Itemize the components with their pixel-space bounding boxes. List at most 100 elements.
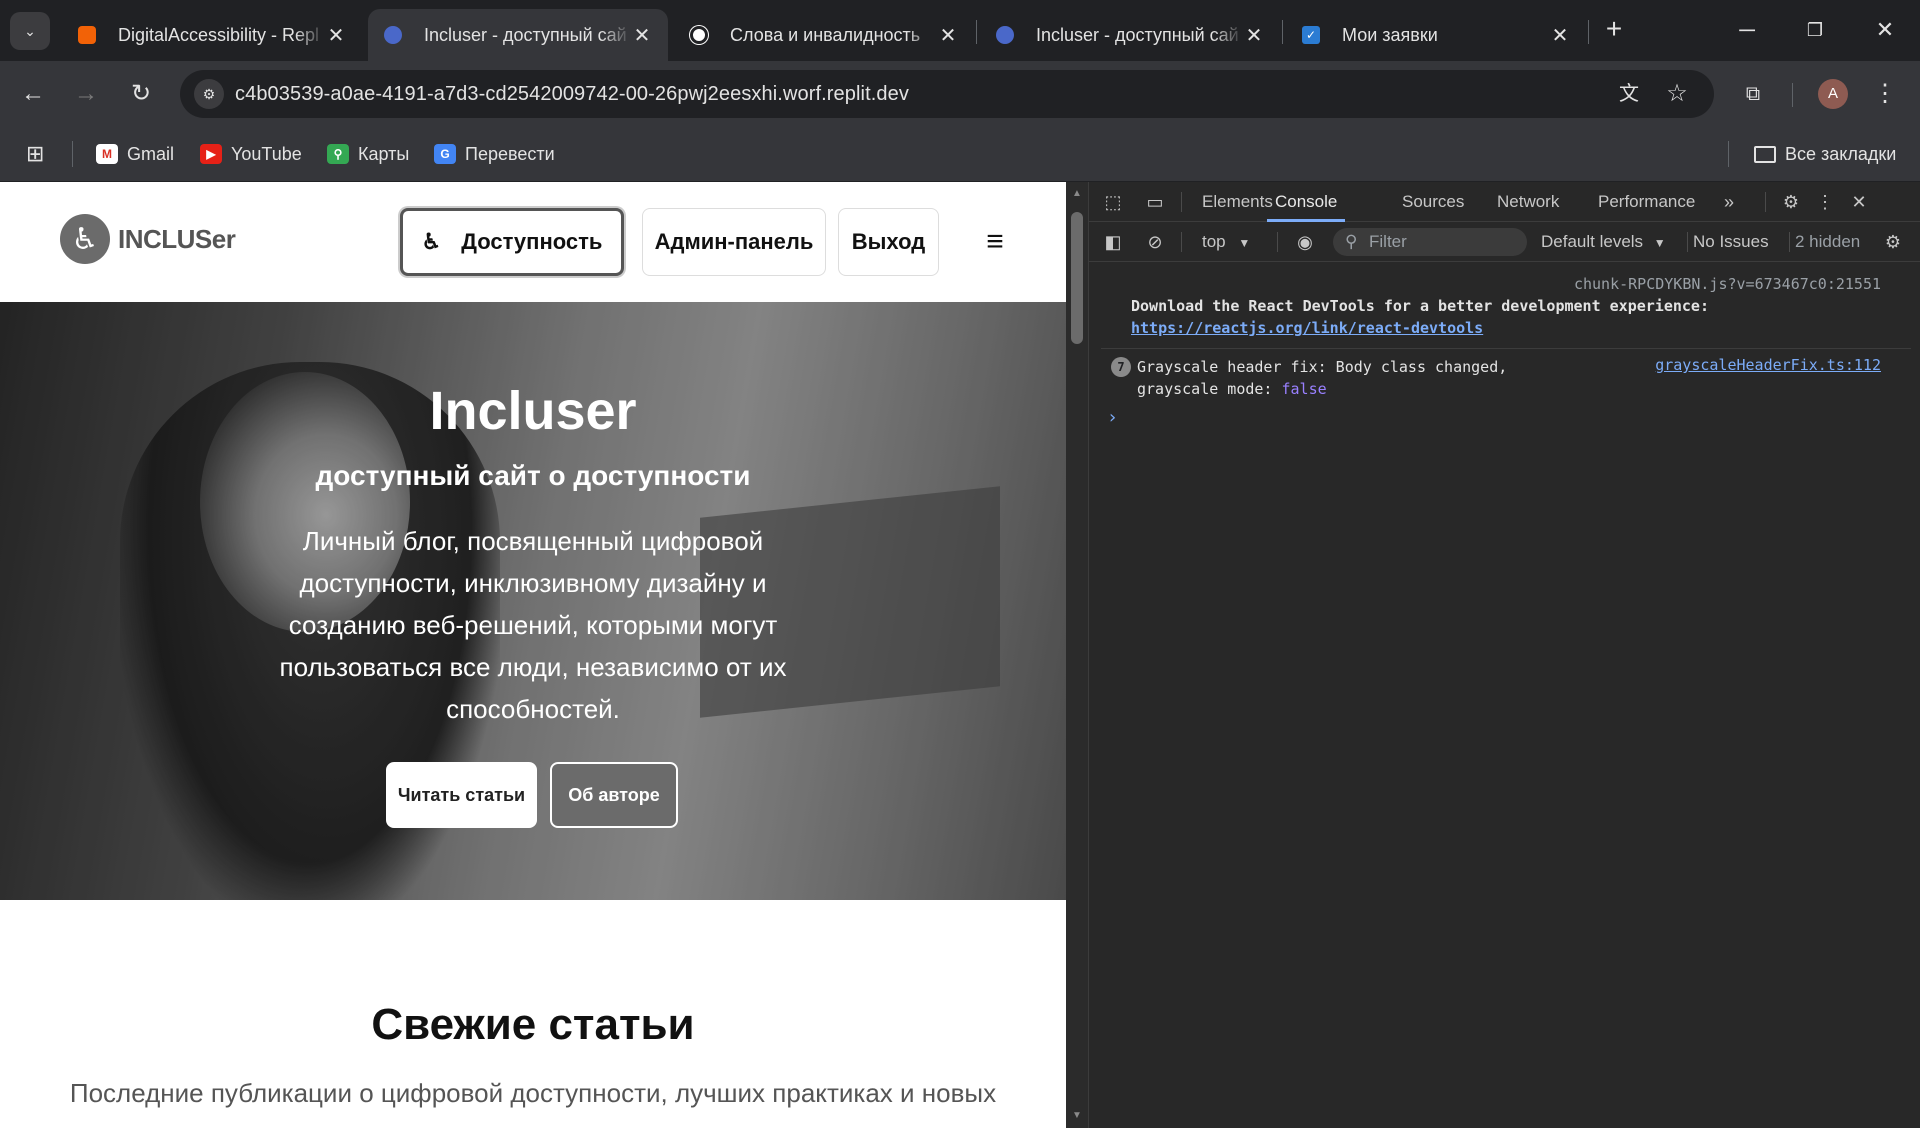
toolbar-separator [1792, 83, 1793, 107]
reload-button[interactable]: ↻ [122, 75, 160, 113]
close-icon[interactable]: ✕ [326, 23, 346, 48]
tab-separator [1282, 20, 1283, 44]
admin-panel-button[interactable]: Админ-панель [642, 208, 826, 276]
hero-section: Incluser доступный сайт о доступности Ли… [0, 302, 1066, 900]
section-subtitle: Последние публикации о цифровой доступно… [69, 1078, 997, 1108]
more-options-icon[interactable]: ⋮ [1813, 190, 1837, 214]
issues-counter[interactable]: No Issues [1693, 232, 1769, 252]
scroll-thumb[interactable] [1071, 212, 1083, 344]
message-source-link[interactable]: chunk-RPCDYKBN.js?v=673467c0:21551 [1574, 275, 1881, 293]
back-button[interactable]: ← [14, 75, 52, 113]
browser-tab-5[interactable]: ✓ Мои заявки ✕ [1286, 9, 1586, 61]
scroll-down-icon[interactable]: ▼ [1070, 1110, 1084, 1121]
bookmark-label: Gmail [127, 143, 175, 164]
hero-description: Личный блог, посвященный цифровой доступ… [279, 526, 787, 724]
tab-title: Мои заявки [1342, 24, 1438, 45]
inspect-element-icon[interactable]: ⬚ [1101, 190, 1125, 214]
address-bar[interactable]: ⚙ c4b03539-a0ae-4191-a7d3-cd2542009742-0… [180, 70, 1714, 118]
eye-icon[interactable]: ◉ [1293, 230, 1317, 254]
restore-button[interactable]: ❐ [1792, 10, 1838, 50]
avatar[interactable]: A [1818, 79, 1848, 109]
close-devtools-icon[interactable]: ✕ [1847, 190, 1871, 214]
replit-icon [78, 26, 96, 44]
bookmark-separator [1728, 141, 1729, 167]
console-link[interactable]: https://reactjs.org/link/react-devtools [1131, 317, 1483, 339]
page-viewport: ♿︎ INCLUSer ♿︎ Доступность Админ-панель … [0, 182, 1066, 1128]
site-settings-icon[interactable]: ⚙ [194, 79, 224, 109]
hidden-count: 2 hidden [1795, 232, 1861, 251]
accessibility-person-icon: ♿︎ [60, 214, 110, 264]
section-title: Свежие статьи [371, 1000, 695, 1049]
page-scrollbar[interactable]: ▲ ▼ [1066, 182, 1088, 1128]
context-selector[interactable]: top ▼ [1202, 232, 1250, 252]
close-icon[interactable]: ✕ [1550, 23, 1570, 48]
gmail-icon: M [96, 144, 118, 164]
message-source-link[interactable]: grayscaleHeaderFix.ts:112 [1655, 356, 1881, 374]
tab-network[interactable]: Network [1497, 182, 1559, 222]
browser-tab-3[interactable]: Слова и инвалидность ✕ [674, 9, 974, 61]
logout-button[interactable]: Выход [838, 208, 939, 276]
all-bookmarks-button[interactable]: Все закладки [1754, 140, 1896, 168]
wheelchair-icon: ♿︎ [421, 229, 442, 254]
bookmark-gmail[interactable]: M Gmail [96, 140, 174, 168]
more-tabs-icon[interactable]: » [1717, 190, 1741, 214]
translate-icon[interactable]: 文 [1610, 75, 1648, 113]
console-toolbar: ◧ ⊘ top ▼ ◉ ⚲ Filter Default levels ▼ No… [1089, 222, 1920, 262]
bookmark-youtube[interactable]: ▶ YouTube [200, 140, 302, 168]
tab-performance[interactable]: Performance [1598, 182, 1695, 222]
window-close-button[interactable]: ✕ [1862, 10, 1908, 50]
close-icon[interactable]: ✕ [938, 23, 958, 48]
browser-toolbar: ← → ↻ ⚙ c4b03539-a0ae-4191-a7d3-cd254200… [0, 61, 1920, 127]
tab-sources[interactable]: Sources [1402, 182, 1464, 222]
tab-strip: ⌄ DigitalAccessibility - Repl ✕ Incluser… [0, 0, 1920, 61]
bookmark-maps[interactable]: ⚲ Карты [327, 140, 409, 168]
apps-grid-icon[interactable]: ⊞ [26, 140, 44, 168]
incluser-favicon-icon [384, 26, 402, 44]
hamburger-menu-icon[interactable]: ≡ [975, 222, 1015, 262]
message-text: grayscale mode: [1137, 380, 1273, 398]
site-logo[interactable]: ♿︎ INCLUSer [60, 214, 236, 264]
forward-button[interactable]: → [67, 75, 105, 113]
tab-console[interactable]: Console [1267, 182, 1346, 222]
url-text[interactable]: c4b03539-a0ae-4191-a7d3-cd2542009742-00-… [235, 83, 909, 106]
console-settings-gear-icon[interactable]: ⚙ [1881, 230, 1905, 254]
accessibility-button[interactable]: ♿︎ Доступность [400, 208, 624, 276]
close-icon[interactable]: ✕ [632, 23, 652, 48]
clear-console-icon[interactable]: ⊘ [1143, 230, 1167, 254]
menu-dots-icon[interactable]: ⋮ [1866, 75, 1904, 113]
divider [1277, 232, 1278, 252]
site-header: ♿︎ INCLUSer ♿︎ Доступность Админ-панель … [0, 182, 1066, 302]
divider [1181, 232, 1182, 252]
extensions-icon[interactable]: ⧉ [1734, 75, 1772, 113]
read-articles-button[interactable]: Читать статьи [386, 762, 537, 828]
scroll-up-icon[interactable]: ▲ [1070, 188, 1084, 199]
minimize-button[interactable]: ─ [1724, 10, 1770, 50]
filter-icon: ⚲ [1345, 232, 1358, 251]
browser-tab-1[interactable]: DigitalAccessibility - Repl ✕ [62, 9, 362, 61]
device-toolbar-icon[interactable]: ▭ [1143, 190, 1167, 214]
tab-search-button[interactable]: ⌄ [10, 12, 50, 50]
browser-tab-2[interactable]: Incluser - доступный сай ✕ [368, 9, 668, 61]
console-prompt-icon[interactable]: › [1107, 407, 1118, 428]
divider [1687, 232, 1688, 252]
hero-subtitle: доступный сайт о доступности [315, 460, 751, 491]
dropdown-arrow-icon: ▼ [1653, 236, 1666, 250]
tab-title: Incluser - доступный сай [424, 24, 627, 45]
bookmark-label: Карты [358, 143, 410, 164]
tab-elements[interactable]: Elements [1202, 182, 1273, 222]
close-icon[interactable]: ✕ [1244, 23, 1264, 48]
maps-icon: ⚲ [327, 144, 349, 164]
hero-title: Incluser [429, 381, 637, 441]
bookmark-star-icon[interactable]: ☆ [1658, 75, 1696, 113]
new-tab-button[interactable]: + [1598, 14, 1630, 46]
about-author-button[interactable]: Об авторе [550, 762, 678, 828]
bookmark-translate[interactable]: G Перевести [434, 140, 555, 168]
dropdown-arrow-icon: ▼ [1238, 236, 1251, 250]
log-levels-dropdown[interactable]: Default levels ▼ [1541, 232, 1666, 252]
sidebar-toggle-icon[interactable]: ◧ [1101, 230, 1125, 254]
console-filter-input[interactable]: ⚲ Filter [1333, 228, 1527, 256]
gear-icon[interactable]: ⚙ [1779, 190, 1803, 214]
devtools-tabbar: ⬚ ▭ Elements Console Sources Network Per… [1089, 182, 1920, 222]
browser-tab-4[interactable]: Incluser - доступный сай ✕ [980, 9, 1280, 61]
bookmark-separator [72, 141, 73, 167]
